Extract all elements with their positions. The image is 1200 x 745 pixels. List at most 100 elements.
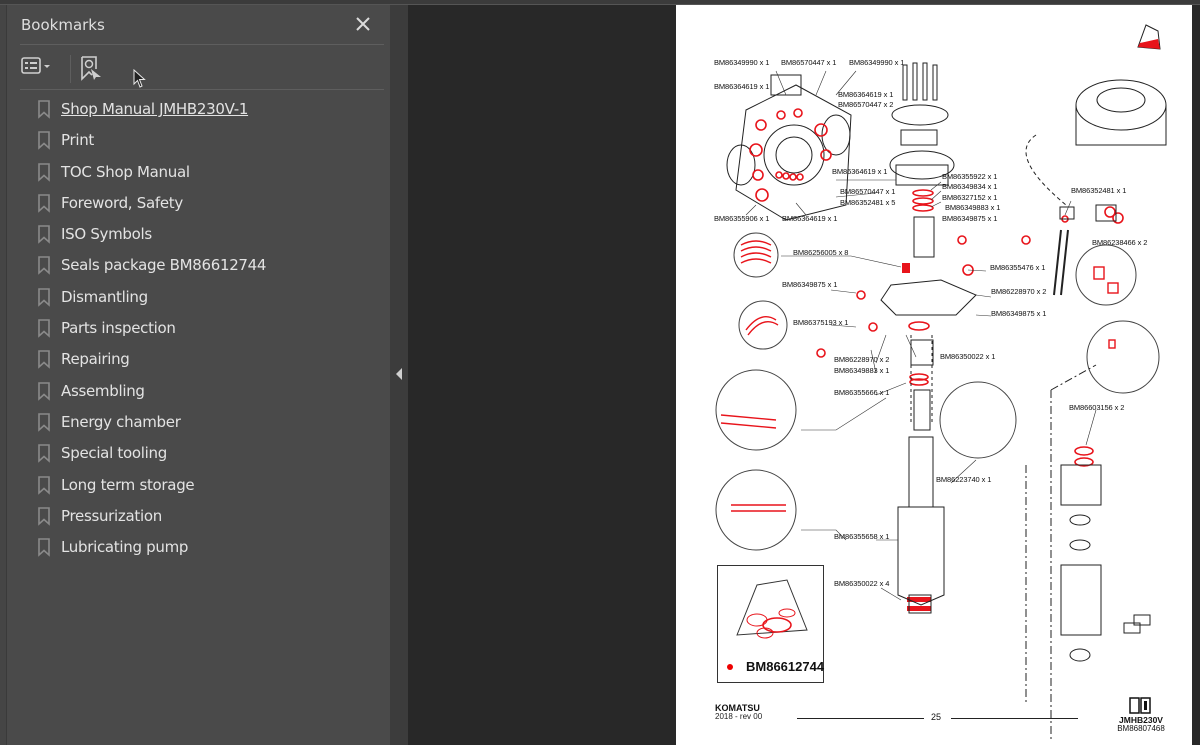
bookmark-label: TOC Shop Manual	[61, 162, 190, 181]
footer-revision: 2018 - rev 00	[715, 712, 763, 721]
leader-lines	[745, 70, 1097, 601]
bookmark-icon	[37, 475, 51, 495]
part-callout: BM86375193 x 1	[793, 318, 849, 327]
bookmark-label: Energy chamber	[61, 412, 181, 431]
collapse-panel-button[interactable]	[392, 364, 406, 384]
footer-rule	[797, 718, 924, 719]
bookmark-item[interactable]: Dismantling	[7, 282, 390, 313]
bookmark-icon	[37, 413, 51, 432]
bookmark-label: Shop Manual JMHB230V-1	[61, 100, 249, 118]
part-callout: BM86355922 x 1	[942, 172, 998, 181]
part-callout: BM86570447 x 2	[838, 100, 894, 109]
part-callout: BM86327152 x 1	[942, 193, 998, 202]
options-menu-button[interactable]	[20, 55, 60, 79]
bookmark-icon	[37, 381, 51, 401]
bookmark-item[interactable]: Energy chamber	[7, 407, 390, 438]
viewport-edge	[1192, 5, 1200, 745]
bookmark-label: ISO Symbols	[61, 225, 152, 244]
bookmark-item[interactable]: Parts inspection	[7, 313, 390, 344]
part-callout: BM86349875 x 1	[942, 214, 998, 223]
bookmark-icon	[37, 194, 51, 213]
bookmark-item[interactable]: Lubricating pump	[7, 532, 390, 563]
list-options-icon	[21, 57, 50, 74]
kit-logo-icon	[1132, 21, 1164, 53]
bookmark-icon	[37, 319, 51, 338]
part-callout: BM86352481 x 5	[840, 198, 896, 207]
part-callout: BM86238466 x 2	[1092, 238, 1148, 247]
toolbar-separator	[70, 55, 71, 83]
part-callout: BM86223740 x 1	[936, 475, 992, 484]
footer-rule	[951, 718, 1078, 719]
part-callout: BM86355658 x 1	[834, 532, 890, 541]
bookmark-icon	[37, 287, 51, 307]
find-current-bookmark-button[interactable]	[79, 55, 103, 81]
part-callout: BM86349883 x 1	[834, 366, 890, 375]
chevron-left-icon	[396, 368, 402, 380]
part-callout: BM86256005 x 8	[793, 248, 849, 257]
bookmarks-panel: Bookmarks Shop Manual JMHB230V-1 Print T…	[7, 5, 390, 745]
bookmark-label: Seals package BM86612744	[61, 256, 267, 275]
panel-title: Bookmarks	[21, 16, 105, 34]
bookmark-item[interactable]: Foreword, Safety	[7, 188, 390, 219]
part-callout: BM86570447 x 1	[781, 58, 837, 67]
part-callout: BM86349875 x 1	[991, 309, 1047, 318]
divider	[20, 89, 384, 90]
bookmark-item[interactable]: ISO Symbols	[7, 219, 390, 250]
kit-part-number: BM86612744	[746, 659, 825, 674]
bookmark-label: Long term storage	[61, 475, 195, 494]
bookmark-item[interactable]: Repairing	[7, 344, 390, 375]
bookmark-label: Lubricating pump	[61, 538, 189, 557]
bookmark-icon	[37, 225, 51, 244]
bookmark-label: Assembling	[61, 381, 145, 400]
bookmark-icon	[37, 131, 51, 151]
bookmark-item[interactable]: Shop Manual JMHB230V-1	[7, 94, 390, 125]
divider	[20, 44, 384, 45]
part-callout: BM86364619 x 1	[838, 90, 894, 99]
detail-red-marks	[720, 240, 1119, 512]
part-callout: BM86355666 x 1	[834, 388, 890, 397]
bookmark-icon	[37, 444, 51, 464]
upper-housing-drawing	[726, 74, 852, 221]
part-callout: BM86364619 x 1	[782, 214, 838, 223]
bookmark-item[interactable]: Pressurization	[7, 501, 390, 532]
left-nav-edge	[0, 5, 7, 745]
part-callout: BM86570447 x 1	[840, 187, 896, 196]
find-current-bookmark-icon	[81, 56, 101, 81]
part-callout: BM86228970 x 2	[991, 287, 1047, 296]
bookmark-item[interactable]: Seals package BM86612744	[7, 250, 390, 281]
document-page: BM86349990 x 1 BM86570447 x 1 BM86349990 x…	[676, 5, 1192, 745]
bookmark-item[interactable]: Special tooling	[7, 438, 390, 469]
mouse-cursor-icon	[133, 68, 147, 89]
part-callout: BM86349990 x 1	[849, 58, 905, 67]
bookmark-item[interactable]: TOC Shop Manual	[7, 157, 390, 188]
bookmark-label: Pressurization	[61, 506, 162, 525]
bookmark-icon	[37, 100, 51, 119]
close-panel-button[interactable]	[352, 13, 374, 35]
bookmark-label: Foreword, Safety	[61, 193, 183, 212]
part-callout: BM86355476 x 1	[990, 263, 1046, 272]
bookmark-icon	[37, 507, 51, 526]
bookmark-label: Dismantling	[61, 287, 148, 306]
part-callout: BM86603156 x 2	[1069, 403, 1125, 412]
bookmark-item[interactable]: Print	[7, 125, 390, 156]
part-callout: BM86350022 x 1	[940, 352, 996, 361]
part-callout: BM86349875 x 1	[782, 280, 838, 289]
footer-doc-code: BM86807468	[1117, 724, 1165, 733]
manual-book-icon	[1128, 695, 1152, 715]
part-callout: BM86355906 x 1	[714, 214, 770, 223]
bookmark-label: Special tooling	[61, 444, 167, 463]
seal-kit-box: BM86612744	[717, 565, 824, 683]
bookmark-icon	[37, 538, 51, 557]
bookmark-item[interactable]: Assembling	[7, 376, 390, 407]
page-number: 25	[931, 712, 942, 722]
pdf-viewer: Bookmarks Shop Manual JMHB230V-1 Print T…	[0, 0, 1200, 745]
bookmark-icon	[37, 350, 51, 370]
part-callout: BM86352481 x 1	[1071, 186, 1127, 195]
bookmark-item[interactable]: Long term storage	[7, 470, 390, 501]
part-callout: BM86364619 x 1	[714, 82, 770, 91]
kit-bullet	[727, 664, 733, 670]
part-callout: BM86349990 x 1	[714, 58, 770, 67]
bookmark-icon	[37, 256, 51, 276]
bookmark-icon	[37, 162, 51, 182]
bookmark-label: Print	[61, 131, 95, 150]
